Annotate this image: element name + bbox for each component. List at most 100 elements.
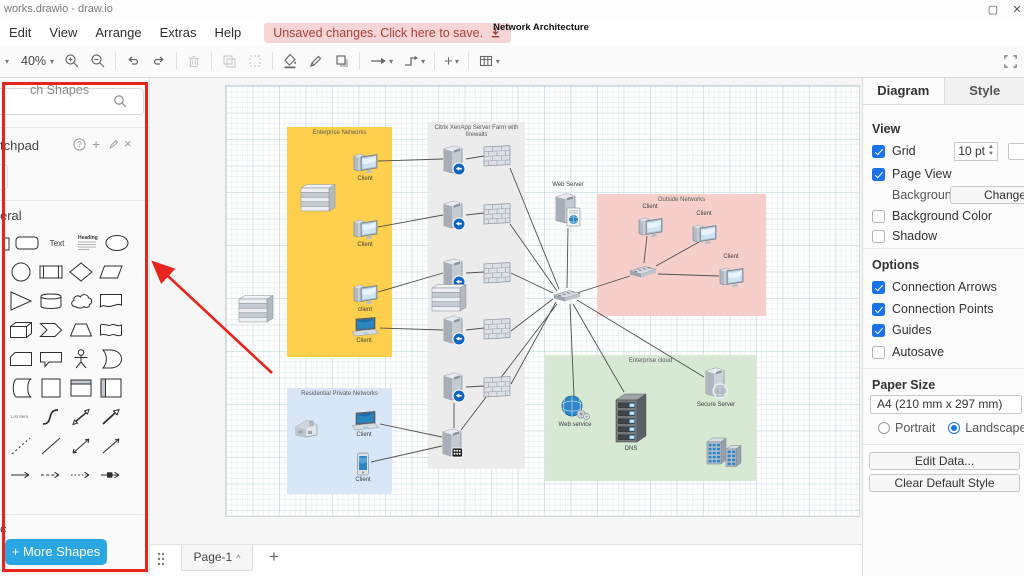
shape-vcontainer[interactable] (96, 374, 126, 401)
zoom-out-button[interactable] (85, 49, 111, 73)
more-shapes-button[interactable]: + More Shapes (5, 539, 107, 565)
section-misc[interactable]: c (0, 521, 7, 536)
shape-biarrow2[interactable] (66, 403, 96, 430)
shape-actor[interactable] (66, 345, 96, 372)
redo-button[interactable] (146, 49, 172, 73)
shape-diamond[interactable] (66, 258, 96, 285)
shape-link2[interactable] (36, 461, 66, 488)
grid-checkbox[interactable] (872, 145, 885, 158)
shape-circle[interactable] (6, 258, 36, 285)
shape-tape[interactable] (96, 316, 126, 343)
scratchpad-add-icon[interactable]: + (92, 136, 100, 152)
shape-triangle[interactable] (6, 287, 36, 314)
background-color-row: Background Color (872, 209, 992, 223)
scratchpad-close-icon[interactable]: × (124, 136, 132, 151)
shape-callout[interactable] (36, 345, 66, 372)
zoom-dropdown[interactable]: 40%▾ (14, 49, 59, 73)
connection-points-checkbox[interactable] (872, 303, 885, 316)
fill-color-icon (282, 53, 298, 69)
zoom-in-button[interactable] (59, 49, 85, 73)
help-icon[interactable]: ? (73, 138, 86, 151)
shape-arrow2[interactable] (96, 403, 126, 430)
shape-window[interactable] (66, 374, 96, 401)
background-label: Background (892, 188, 959, 202)
shape-biarrow[interactable] (66, 432, 96, 459)
shape-datastore[interactable] (6, 374, 36, 401)
format-panel-toggle[interactable] (1018, 49, 1024, 73)
toolbar: ▾ 40%▾ ▾ ▾ +▾ ▾ (0, 45, 1024, 78)
menu-arrange[interactable]: Arrange (86, 22, 150, 43)
shape-dashedline[interactable] (6, 432, 36, 459)
shape-text[interactable]: Text (42, 229, 72, 256)
shape-square[interactable] (36, 374, 66, 401)
svg-text:Text: Text (50, 239, 65, 248)
waypoint-style-dropdown[interactable]: ▾ (398, 49, 430, 73)
menu-edit[interactable]: Edit (0, 22, 40, 43)
add-page-button[interactable]: + (263, 547, 285, 567)
view-dropdown[interactable]: ▾ (0, 49, 14, 73)
maximize-button[interactable]: ▢ (982, 2, 1004, 18)
unsaved-changes-banner[interactable]: Unsaved changes. Click here to save. (264, 23, 511, 43)
connection-arrows-checkbox[interactable] (872, 281, 885, 294)
menu-view[interactable]: View (40, 22, 86, 43)
pages-grip-icon[interactable] (155, 549, 167, 569)
overlap-squares-icon (221, 53, 237, 69)
insert-dropdown[interactable]: +▾ (439, 49, 464, 73)
paper-size-select[interactable]: A4 (210 mm x 297 mm) (870, 395, 1022, 414)
menu-help[interactable]: Help (205, 22, 250, 43)
shape-cube[interactable] (6, 316, 36, 343)
shape-process[interactable] (36, 258, 66, 285)
shape-trapezoid[interactable] (66, 316, 96, 343)
shape-link4[interactable] (96, 461, 126, 488)
page-view-checkbox[interactable] (872, 168, 885, 181)
scratchpad-edit-icon[interactable] (108, 138, 120, 150)
to-back-button[interactable] (242, 49, 268, 73)
shape-line[interactable] (36, 432, 66, 459)
canvas[interactable] (151, 78, 862, 544)
section-general[interactable]: eral (0, 208, 22, 223)
unsaved-changes-label: Unsaved changes. Click here to save. (273, 26, 483, 40)
shape-link3[interactable] (66, 461, 96, 488)
shape-arrow[interactable] (96, 432, 126, 459)
shape-rect-clipped[interactable] (2, 229, 12, 256)
shape-card[interactable] (6, 345, 36, 372)
shape-or[interactable] (96, 345, 126, 372)
fill-color-button[interactable] (277, 49, 303, 73)
shape-parallelogram[interactable] (96, 258, 126, 285)
shadow-checkbox[interactable] (872, 230, 885, 243)
shadow-button[interactable] (329, 49, 355, 73)
edit-style-button[interactable] (303, 49, 329, 73)
tab-diagram[interactable]: Diagram (863, 78, 945, 104)
page-tab[interactable]: Page-1^ (181, 545, 253, 571)
close-button[interactable]: ✕ (1006, 2, 1024, 18)
grid-color-swatch[interactable] (1008, 143, 1024, 160)
portrait-radio[interactable] (878, 422, 890, 434)
grid-row: Grid 10 pt ▲▼ (872, 144, 1022, 158)
shape-document[interactable] (96, 287, 126, 314)
scratchpad-item[interactable] (0, 164, 8, 190)
guides-label: Guides (892, 323, 932, 337)
to-front-button[interactable] (216, 49, 242, 73)
tab-style[interactable]: Style (945, 78, 1024, 104)
connection-style-dropdown[interactable]: ▾ (364, 49, 398, 73)
edit-data-button[interactable]: Edit Data... (869, 452, 1020, 470)
background-color-checkbox[interactable] (872, 210, 885, 223)
shape-heading[interactable]: Heading (72, 229, 102, 256)
landscape-radio[interactable] (948, 422, 960, 434)
guides-checkbox[interactable] (872, 324, 885, 337)
background-change-button[interactable]: Change... (950, 186, 1024, 204)
table-dropdown[interactable]: ▾ (473, 49, 505, 73)
shape-listitem[interactable]: List Item (6, 403, 36, 430)
delete-button[interactable] (181, 49, 207, 73)
shape-rounded[interactable] (12, 229, 42, 256)
shape-cylinder[interactable] (36, 287, 66, 314)
shape-cloud[interactable] (66, 287, 96, 314)
menu-extras[interactable]: Extras (151, 22, 206, 43)
shape-ellipse[interactable] (102, 229, 132, 256)
undo-button[interactable] (120, 49, 146, 73)
shape-step[interactable] (36, 316, 66, 343)
shape-curve[interactable] (36, 403, 66, 430)
autosave-checkbox[interactable] (872, 346, 885, 359)
shape-link[interactable] (6, 461, 36, 488)
clear-default-style-button[interactable]: Clear Default Style (869, 474, 1020, 492)
